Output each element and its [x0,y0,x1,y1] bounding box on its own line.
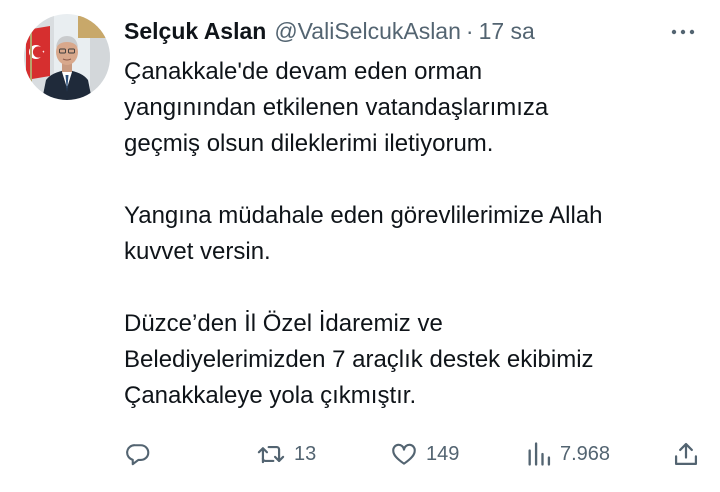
retweet-count: 13 [294,442,317,465]
share-button[interactable] [672,434,700,474]
author-handle[interactable]: @ValiSelcukAslan [274,18,461,45]
retweet-button[interactable]: 13 [256,434,316,474]
heart-icon [392,443,416,465]
action-bar: 13 149 7.968 [124,434,704,474]
text-line: Belediyelerimizden 7 araçlık destek ekib… [124,346,594,373]
separator-dot: · [465,17,474,44]
text-line: Çanakkaleye yola çıkmıştır. [124,382,417,409]
text-line: kuvvet versin. [124,238,271,265]
more-options-button[interactable] [668,20,698,44]
more-icon [671,29,695,35]
tweet-text: Çanakkale'de devam eden orman yangınında… [124,54,709,414]
paragraph: Çanakkale'de devam eden orman yangınında… [124,54,709,162]
text-line: Düzce’den İl Özel İdaremiz ve [124,310,443,337]
avatar-photo [24,14,110,100]
text-line: Çanakkale'de devam eden orman [124,58,483,85]
paragraph: Düzce’den İl Özel İdaremiz ve Belediyele… [124,306,709,414]
retweet-icon [257,445,285,464]
paragraph: Yangına müdahale eden görevlilerimize Al… [124,198,709,270]
like-button[interactable]: 149 [390,434,459,474]
author-name[interactable]: Selçuk Aslan [124,18,266,45]
avatar[interactable] [24,14,110,100]
text-line: geçmiş olsun dileklerimi iletiyorum. [124,130,494,157]
views-button[interactable]: 7.968 [526,434,610,474]
views-count: 7.968 [560,442,611,465]
views-icon [528,442,551,466]
text-line: Yangına müdahale eden görevlilerimize Al… [124,202,603,229]
tweet: Selçuk Aslan @ValiSelcukAslan · 17 sa Ça… [0,0,720,492]
reply-icon [126,444,150,466]
like-count: 149 [426,442,460,465]
post-time[interactable]: 17 sa [479,18,535,45]
reply-button[interactable] [124,434,152,474]
share-icon [674,442,698,466]
tweet-header: Selçuk Aslan @ValiSelcukAslan · 17 sa [124,14,535,48]
text-line: yangınından etkilenen vatandaşlarımıza [124,94,549,121]
